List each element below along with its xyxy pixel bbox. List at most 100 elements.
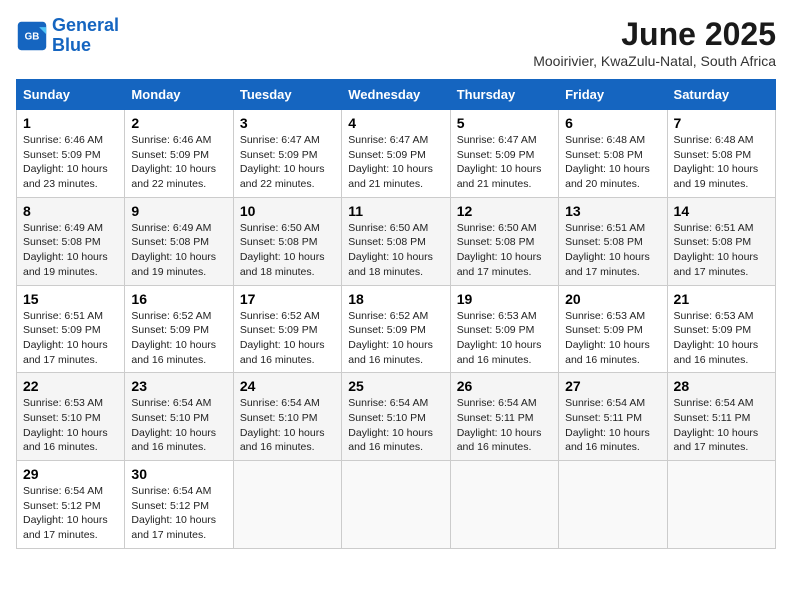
weekday-header-wednesday: Wednesday bbox=[342, 80, 450, 110]
day-number: 17 bbox=[240, 291, 335, 307]
day-info: Sunrise: 6:50 AM Sunset: 5:08 PM Dayligh… bbox=[240, 221, 335, 280]
day-number: 25 bbox=[348, 378, 443, 394]
day-info: Sunrise: 6:52 AM Sunset: 5:09 PM Dayligh… bbox=[240, 309, 335, 368]
weekday-header-monday: Monday bbox=[125, 80, 233, 110]
day-cell: 9 Sunrise: 6:49 AM Sunset: 5:08 PM Daylig… bbox=[125, 197, 233, 285]
day-cell: 19Sunrise: 6:53 AM Sunset: 5:09 PM Dayli… bbox=[450, 285, 558, 373]
day-info: Sunrise: 6:49 AM Sunset: 5:08 PM Dayligh… bbox=[23, 221, 118, 280]
logo: GB General Blue bbox=[16, 16, 119, 56]
day-number: 10 bbox=[240, 203, 335, 219]
day-number: 2 bbox=[131, 115, 226, 131]
day-info: Sunrise: 6:53 AM Sunset: 5:10 PM Dayligh… bbox=[23, 396, 118, 455]
day-number: 3 bbox=[240, 115, 335, 131]
day-info: Sunrise: 6:54 AM Sunset: 5:11 PM Dayligh… bbox=[457, 396, 552, 455]
day-cell bbox=[559, 461, 667, 549]
day-info: Sunrise: 6:46 AM Sunset: 5:09 PM Dayligh… bbox=[131, 133, 226, 192]
day-number: 1 bbox=[23, 115, 118, 131]
day-cell: 30 Sunrise: 6:54 AM Sunset: 5:12 PM Dayli… bbox=[125, 461, 233, 549]
week-row-1: 1 Sunrise: 6:46 AM Sunset: 5:09 PM Daylig… bbox=[17, 110, 776, 198]
day-number: 5 bbox=[457, 115, 552, 131]
day-cell: 4 Sunrise: 6:47 AM Sunset: 5:09 PM Daylig… bbox=[342, 110, 450, 198]
day-number: 19 bbox=[457, 291, 552, 307]
day-info: Sunrise: 6:51 AM Sunset: 5:08 PM Dayligh… bbox=[565, 221, 660, 280]
weekday-header-saturday: Saturday bbox=[667, 80, 775, 110]
day-cell: 13 Sunrise: 6:51 AM Sunset: 5:08 PM Dayli… bbox=[559, 197, 667, 285]
day-cell bbox=[450, 461, 558, 549]
day-info: Sunrise: 6:51 AM Sunset: 5:08 PM Dayligh… bbox=[674, 221, 769, 280]
day-number: 23 bbox=[131, 378, 226, 394]
day-cell bbox=[342, 461, 450, 549]
subtitle: Mooirivier, KwaZulu-Natal, South Africa bbox=[533, 53, 776, 69]
day-cell: 14 Sunrise: 6:51 AM Sunset: 5:08 PM Dayli… bbox=[667, 197, 775, 285]
day-cell: 25 Sunrise: 6:54 AM Sunset: 5:10 PM Dayli… bbox=[342, 373, 450, 461]
main-title: June 2025 bbox=[533, 16, 776, 53]
day-cell: 5 Sunrise: 6:47 AM Sunset: 5:09 PM Daylig… bbox=[450, 110, 558, 198]
day-number: 21 bbox=[674, 291, 769, 307]
day-info: Sunrise: 6:48 AM Sunset: 5:08 PM Dayligh… bbox=[565, 133, 660, 192]
day-number: 24 bbox=[240, 378, 335, 394]
day-number: 14 bbox=[674, 203, 769, 219]
day-cell: 1 Sunrise: 6:46 AM Sunset: 5:09 PM Daylig… bbox=[17, 110, 125, 198]
day-info: Sunrise: 6:50 AM Sunset: 5:08 PM Dayligh… bbox=[457, 221, 552, 280]
day-info: Sunrise: 6:54 AM Sunset: 5:10 PM Dayligh… bbox=[348, 396, 443, 455]
logo-line1: General bbox=[52, 15, 119, 35]
day-cell: 6 Sunrise: 6:48 AM Sunset: 5:08 PM Daylig… bbox=[559, 110, 667, 198]
week-row-4: 22 Sunrise: 6:53 AM Sunset: 5:10 PM Dayli… bbox=[17, 373, 776, 461]
day-number: 30 bbox=[131, 466, 226, 482]
day-cell: 11Sunrise: 6:50 AM Sunset: 5:08 PM Dayli… bbox=[342, 197, 450, 285]
day-number: 29 bbox=[23, 466, 118, 482]
logo-text: General Blue bbox=[52, 16, 119, 56]
day-info: Sunrise: 6:54 AM Sunset: 5:11 PM Dayligh… bbox=[674, 396, 769, 455]
day-cell: 27Sunrise: 6:54 AM Sunset: 5:11 PM Dayli… bbox=[559, 373, 667, 461]
logo-line2: Blue bbox=[52, 35, 91, 55]
weekday-header-friday: Friday bbox=[559, 80, 667, 110]
day-number: 20 bbox=[565, 291, 660, 307]
day-info: Sunrise: 6:48 AM Sunset: 5:08 PM Dayligh… bbox=[674, 133, 769, 192]
calendar-table: SundayMondayTuesdayWednesdayThursdayFrid… bbox=[16, 79, 776, 549]
day-cell: 29 Sunrise: 6:54 AM Sunset: 5:12 PM Dayli… bbox=[17, 461, 125, 549]
day-number: 15 bbox=[23, 291, 118, 307]
weekday-header-row: SundayMondayTuesdayWednesdayThursdayFrid… bbox=[17, 80, 776, 110]
day-cell: 24 Sunrise: 6:54 AM Sunset: 5:10 PM Dayli… bbox=[233, 373, 341, 461]
day-info: Sunrise: 6:54 AM Sunset: 5:12 PM Dayligh… bbox=[131, 484, 226, 543]
day-info: Sunrise: 6:52 AM Sunset: 5:09 PM Dayligh… bbox=[348, 309, 443, 368]
day-info: Sunrise: 6:46 AM Sunset: 5:09 PM Dayligh… bbox=[23, 133, 118, 192]
day-info: Sunrise: 6:47 AM Sunset: 5:09 PM Dayligh… bbox=[348, 133, 443, 192]
day-info: Sunrise: 6:51 AM Sunset: 5:09 PM Dayligh… bbox=[23, 309, 118, 368]
title-area: June 2025 Mooirivier, KwaZulu-Natal, Sou… bbox=[533, 16, 776, 69]
day-cell: 28 Sunrise: 6:54 AM Sunset: 5:11 PM Dayli… bbox=[667, 373, 775, 461]
day-number: 8 bbox=[23, 203, 118, 219]
day-cell: 10 Sunrise: 6:50 AM Sunset: 5:08 PM Dayli… bbox=[233, 197, 341, 285]
svg-text:GB: GB bbox=[25, 31, 40, 42]
day-number: 18 bbox=[348, 291, 443, 307]
day-cell: 16Sunrise: 6:52 AM Sunset: 5:09 PM Dayli… bbox=[125, 285, 233, 373]
day-cell: 3Sunrise: 6:47 AM Sunset: 5:09 PM Daylig… bbox=[233, 110, 341, 198]
day-info: Sunrise: 6:47 AM Sunset: 5:09 PM Dayligh… bbox=[457, 133, 552, 192]
day-info: Sunrise: 6:54 AM Sunset: 5:12 PM Dayligh… bbox=[23, 484, 118, 543]
day-number: 27 bbox=[565, 378, 660, 394]
day-cell: 8 Sunrise: 6:49 AM Sunset: 5:08 PM Daylig… bbox=[17, 197, 125, 285]
day-number: 6 bbox=[565, 115, 660, 131]
day-cell: 23 Sunrise: 6:54 AM Sunset: 5:10 PM Dayli… bbox=[125, 373, 233, 461]
day-number: 11 bbox=[348, 203, 443, 219]
day-number: 16 bbox=[131, 291, 226, 307]
week-row-3: 15 Sunrise: 6:51 AM Sunset: 5:09 PM Dayli… bbox=[17, 285, 776, 373]
day-number: 13 bbox=[565, 203, 660, 219]
day-number: 9 bbox=[131, 203, 226, 219]
logo-icon: GB bbox=[16, 20, 48, 52]
day-number: 28 bbox=[674, 378, 769, 394]
day-cell: 15 Sunrise: 6:51 AM Sunset: 5:09 PM Dayli… bbox=[17, 285, 125, 373]
day-number: 22 bbox=[23, 378, 118, 394]
week-row-2: 8 Sunrise: 6:49 AM Sunset: 5:08 PM Daylig… bbox=[17, 197, 776, 285]
day-info: Sunrise: 6:49 AM Sunset: 5:08 PM Dayligh… bbox=[131, 221, 226, 280]
day-info: Sunrise: 6:54 AM Sunset: 5:10 PM Dayligh… bbox=[131, 396, 226, 455]
week-row-5: 29 Sunrise: 6:54 AM Sunset: 5:12 PM Dayli… bbox=[17, 461, 776, 549]
weekday-header-thursday: Thursday bbox=[450, 80, 558, 110]
day-info: Sunrise: 6:53 AM Sunset: 5:09 PM Dayligh… bbox=[674, 309, 769, 368]
day-cell: 7Sunrise: 6:48 AM Sunset: 5:08 PM Daylig… bbox=[667, 110, 775, 198]
day-cell bbox=[233, 461, 341, 549]
day-cell: 26Sunrise: 6:54 AM Sunset: 5:11 PM Dayli… bbox=[450, 373, 558, 461]
day-cell: 17 Sunrise: 6:52 AM Sunset: 5:09 PM Dayli… bbox=[233, 285, 341, 373]
day-number: 4 bbox=[348, 115, 443, 131]
day-info: Sunrise: 6:54 AM Sunset: 5:10 PM Dayligh… bbox=[240, 396, 335, 455]
